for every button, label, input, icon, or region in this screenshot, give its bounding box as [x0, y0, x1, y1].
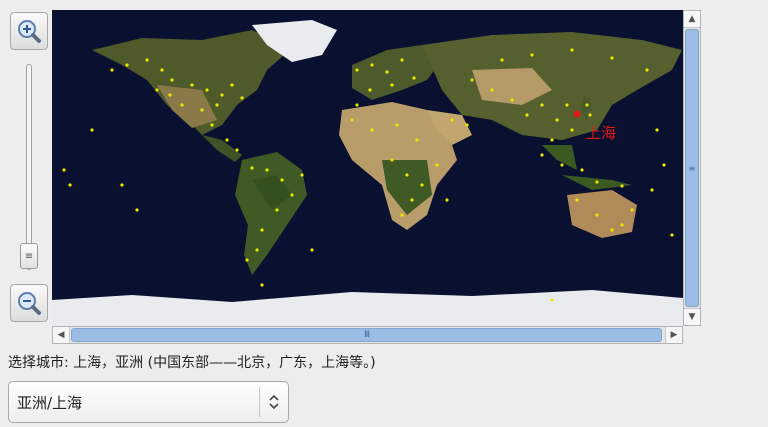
scroll-down-button[interactable]: ▼ — [684, 308, 700, 325]
chevron-up-icon: ▲ — [688, 14, 696, 24]
vertical-grip-icon: ≡ — [688, 163, 696, 173]
world-map-image — [52, 10, 683, 326]
slider-grip-icon: ≡ — [24, 250, 34, 262]
vertical-scrollbar[interactable]: ▲ ≡ ▼ — [683, 10, 701, 326]
selected-city-label: 上海 — [586, 124, 617, 142]
scroll-corner — [683, 326, 701, 344]
timezone-select[interactable]: 亚洲/上海 — [8, 381, 289, 423]
world-map[interactable]: 上海 — [52, 10, 683, 326]
zoom-slider-handle[interactable]: ≡ — [20, 243, 38, 269]
chevron-left-icon: ◀ — [57, 330, 65, 340]
up-down-arrows-icon — [260, 393, 288, 411]
zoom-slider-track[interactable] — [26, 64, 32, 270]
timezone-select-value: 亚洲/上海 — [17, 393, 83, 412]
horizontal-scrollbar[interactable]: ◀ III ▶ — [52, 326, 683, 344]
horizontal-grip-icon: III — [364, 330, 370, 340]
chevron-down-icon: ▼ — [688, 312, 696, 322]
chevron-right-icon: ▶ — [670, 330, 678, 340]
zoom-out-button[interactable] — [10, 284, 48, 322]
zoom-out-icon — [18, 292, 41, 315]
scroll-up-button[interactable]: ▲ — [684, 11, 700, 28]
vertical-scroll-thumb[interactable]: ≡ — [685, 29, 699, 307]
zoom-in-icon — [18, 20, 41, 43]
selected-city-caption: 选择城市: 上海，亚洲 (中国东部——北京，广东，上海等。) — [8, 355, 376, 371]
horizontal-scroll-thumb[interactable]: III — [71, 328, 662, 342]
scroll-left-button[interactable]: ◀ — [53, 327, 70, 343]
zoom-in-button[interactable] — [10, 12, 48, 50]
scroll-right-button[interactable]: ▶ — [665, 327, 682, 343]
